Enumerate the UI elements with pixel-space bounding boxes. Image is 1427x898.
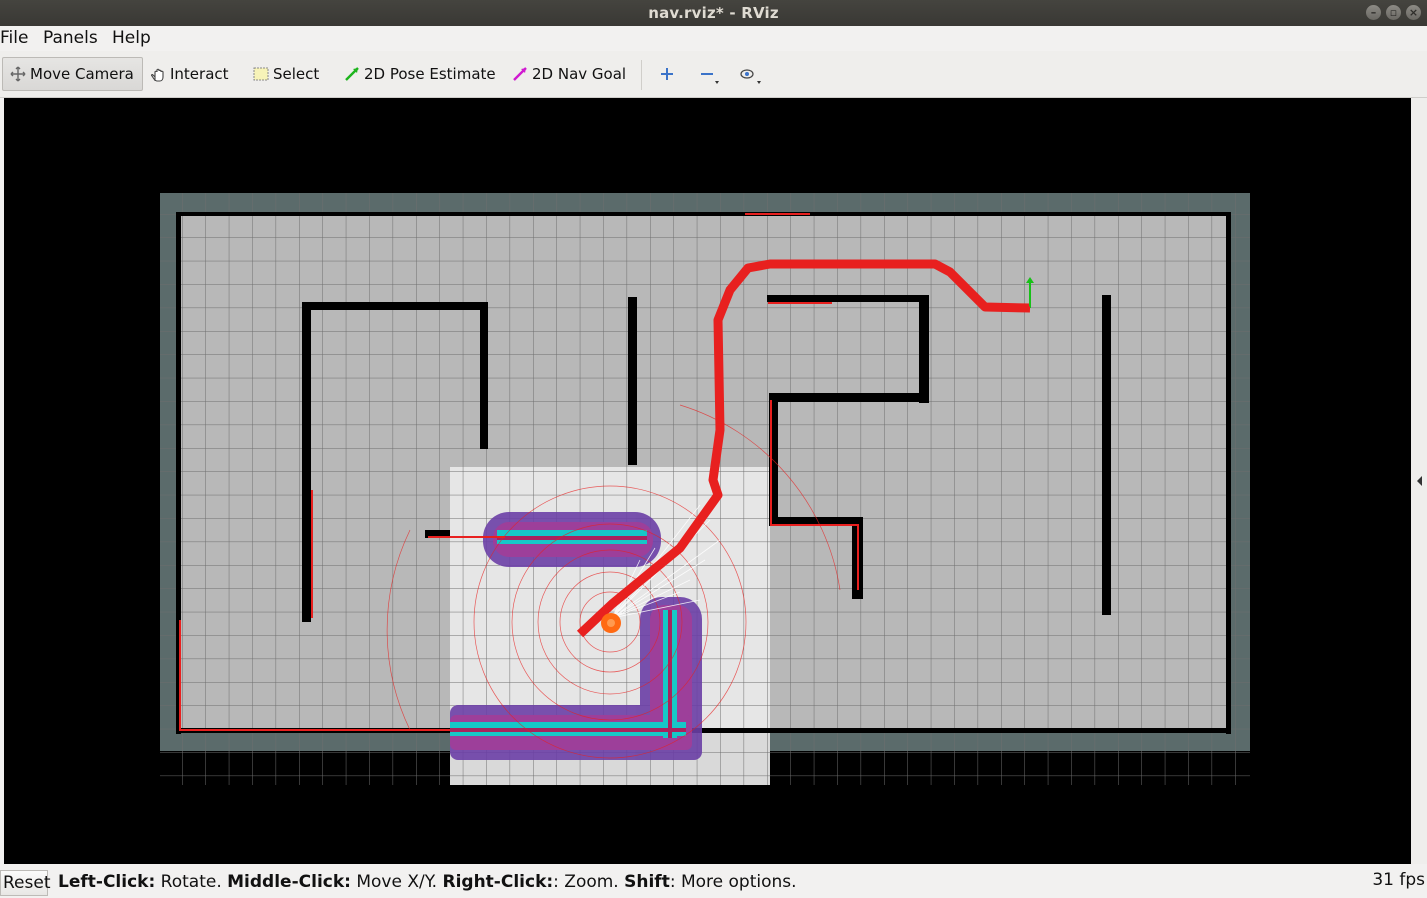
toolbar: Move Camera Interact Select 2D Pose Esti… [0,51,1427,98]
maximize-icon[interactable]: ▫ [1386,5,1401,20]
move-camera-label: Move Camera [30,65,134,83]
grid-overlay [160,193,1250,785]
status-bar: Reset Left-Click: Rotate. Middle-Click: … [0,865,1427,898]
hint-right-key: Right-Click: [442,872,554,892]
remove-tool-button[interactable] [692,57,724,91]
robot-center [607,619,615,627]
render-viewport[interactable] [4,98,1411,864]
move-camera-button[interactable]: Move Camera [2,57,143,91]
move-camera-icon [9,65,27,83]
toolbar-separator [641,60,642,90]
select-button[interactable]: Select [246,57,325,91]
close-icon[interactable]: × [1406,5,1421,20]
title-bar: nav.rviz* - RViz – ▫ × [0,0,1427,26]
hint-shift-key: Shift [624,872,670,892]
add-tool-button[interactable] [652,57,678,91]
fps-counter: 31 fps [1372,870,1425,890]
nav-goal-label: 2D Nav Goal [532,65,627,83]
hint-shift-desc: : More options. [669,872,797,892]
menu-bar: File Panels Help [0,26,1427,51]
eye-icon [738,65,761,84]
menu-panels[interactable]: Panels [43,28,98,48]
magenta-arrow-icon [511,65,529,83]
minimize-icon[interactable]: – [1366,5,1381,20]
interact-button[interactable]: Interact [143,57,235,91]
hand-icon [149,65,167,83]
green-arrow-icon [343,65,361,83]
pose-estimate-label: 2D Pose Estimate [364,65,496,83]
window-title: nav.rviz* - RViz [648,4,779,22]
plus-icon [658,65,676,83]
interact-label: Interact [170,65,229,83]
minus-icon [698,65,719,84]
pose-estimate-button[interactable]: 2D Pose Estimate [337,57,502,91]
hint-left-desc: Rotate. [155,872,228,892]
hint-middle-desc: Move X/Y. [350,872,443,892]
hint-right-desc: : Zoom. [553,872,625,892]
mouse-hint: Left-Click: Rotate. Middle-Click: Move X… [58,872,797,892]
nav-goal-button[interactable]: 2D Nav Goal [505,57,632,91]
select-label: Select [273,65,320,83]
map-scene [160,193,1250,785]
hint-left-key: Left-Click: [58,872,156,892]
select-icon [252,65,270,83]
right-panel-grip[interactable] [1411,98,1427,864]
reset-button[interactable]: Reset [0,870,51,896]
hint-middle-key: Middle-Click: [227,872,351,892]
menu-help[interactable]: Help [112,28,151,48]
menu-file[interactable]: File [0,28,28,48]
view-options-button[interactable] [732,57,764,91]
